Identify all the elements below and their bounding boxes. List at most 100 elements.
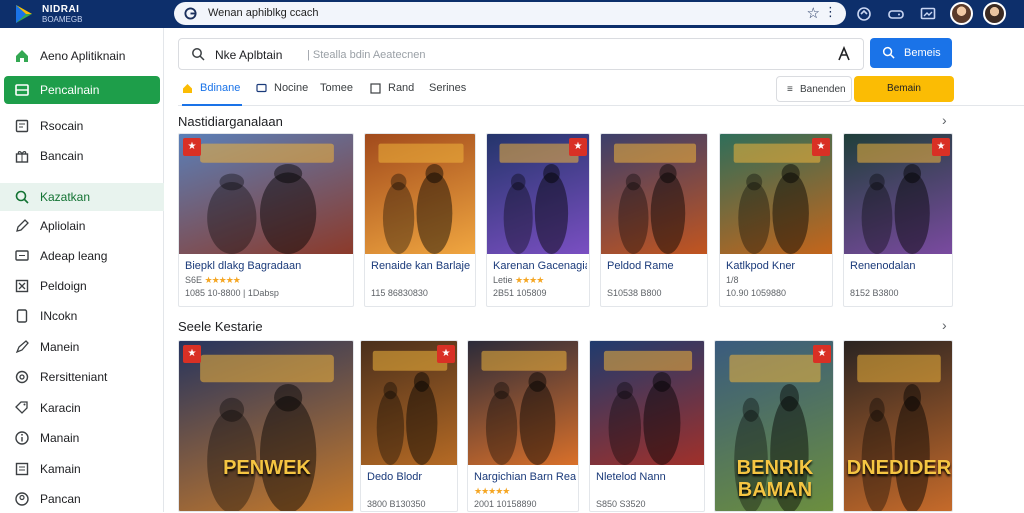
card-title[interactable]: Nargichian Barn Real bbox=[474, 471, 576, 483]
star-rating-icon: ★★★★★ bbox=[474, 486, 510, 496]
sidebar-item-apps[interactable]: Pencalnain bbox=[4, 76, 160, 104]
character-silhouette-icon bbox=[200, 143, 334, 254]
filter-button[interactable]: ≡ Banenden bbox=[776, 76, 852, 102]
info-icon bbox=[15, 431, 29, 445]
search-input[interactable]: Nke Aplbtain | Stealla bdin Aeatecnen bbox=[178, 38, 864, 70]
card-download-count: 1085 10-8800 | 1Dabsp bbox=[185, 288, 279, 298]
sidebar-item-tags[interactable]: Karacin bbox=[0, 394, 164, 422]
home-icon bbox=[183, 84, 192, 93]
sidebar-item-manein[interactable]: Manein bbox=[0, 333, 164, 361]
extension-icon[interactable] bbox=[856, 6, 872, 22]
sidebar-item-home[interactable]: Aeno Aplitiknain bbox=[0, 42, 164, 70]
card-title[interactable]: Nletelod Nann bbox=[596, 471, 702, 483]
game-card[interactable]: ★ PENWEK bbox=[178, 340, 354, 512]
featured-badge-icon: ★ bbox=[812, 138, 830, 156]
card-download-count: 10.90 1059880 bbox=[726, 288, 787, 298]
character-silhouette-icon bbox=[481, 350, 567, 465]
tab-rand[interactable]: Rand bbox=[370, 82, 420, 106]
game-card[interactable]: ★ Katlkpod Kner 1/8 10.90 1059880 bbox=[719, 133, 833, 307]
rating-text: Letie bbox=[493, 275, 516, 285]
poster-title: BENRIK BAMAN bbox=[736, 457, 814, 501]
game-card[interactable]: ★ Biepkl dlakg Bagradaan S6E ★★★★★ 1085 10-… bbox=[178, 133, 354, 307]
screen-cast-icon[interactable] bbox=[920, 6, 936, 22]
sidebar-item-pelodign[interactable]: Peldoign bbox=[0, 272, 164, 300]
featured-badge-icon: ★ bbox=[183, 345, 201, 363]
game-card[interactable]: ★ Karenan Gacenagian Letie ★★★★ 2B51 105809 bbox=[486, 133, 590, 307]
profile-avatar[interactable] bbox=[983, 2, 1006, 25]
avatar[interactable] bbox=[950, 2, 973, 25]
card-rating: Letie ★★★★ bbox=[493, 275, 544, 286]
game-card[interactable]: Renaide kan Barlaje 115 86830830 bbox=[364, 133, 476, 307]
sidebar-item-settings[interactable]: Rersitteniant bbox=[0, 363, 164, 391]
character-silhouette-icon bbox=[857, 354, 941, 511]
character-silhouette-icon bbox=[613, 143, 697, 254]
logo-title: NIDRAI bbox=[42, 4, 80, 15]
tab-nocine[interactable]: Nocine bbox=[256, 82, 316, 106]
card-download-count: S850 S3520 bbox=[596, 499, 646, 509]
more-vert-icon[interactable]: ⋮ bbox=[824, 4, 837, 20]
game-card[interactable]: Nargichian Barn Real ★★★★★ 2001 10158890 bbox=[467, 340, 579, 512]
chevron-right-icon[interactable]: › bbox=[942, 317, 947, 333]
install-button[interactable]: Bemain bbox=[854, 76, 954, 102]
sidebar-item-profile[interactable]: Pancan bbox=[0, 485, 164, 513]
browser-top-bar: NIDRAI BOAMEGB Wenan aphiblkg ccach ☆ ⋮ bbox=[0, 0, 1024, 28]
search-value: Nke Aplbtain bbox=[215, 48, 283, 62]
featured-badge-icon: ★ bbox=[813, 345, 831, 363]
address-url: Wenan aphiblkg ccach bbox=[208, 7, 319, 19]
featured-badge-icon: ★ bbox=[437, 345, 455, 363]
user-icon bbox=[15, 492, 29, 506]
sidebar-item-gifts[interactable]: Bancain bbox=[0, 142, 164, 170]
character-silhouette-icon bbox=[378, 143, 464, 254]
sidebar-item-incokn[interactable]: INcokn bbox=[0, 302, 164, 330]
rating-text: S6E bbox=[185, 275, 205, 285]
sidebar-item-adapt[interactable]: Adeap leang bbox=[0, 242, 164, 270]
tab-home[interactable]: Bdinane bbox=[182, 82, 242, 106]
sidebar-item-reports[interactable]: Rsocain bbox=[0, 112, 164, 140]
sidebar-item-lists[interactable]: Kamain bbox=[0, 455, 164, 483]
star-rating-icon: ★★★★★ bbox=[204, 275, 241, 285]
game-card[interactable]: Nletelod Nann S850 S3520 bbox=[589, 340, 705, 512]
gamepad-icon[interactable] bbox=[888, 6, 904, 22]
game-card[interactable]: ★ Renenodalan 8152 B3800 bbox=[843, 133, 953, 307]
google-icon bbox=[184, 7, 197, 20]
card-title[interactable]: Renenodalan bbox=[850, 260, 950, 272]
card-title[interactable]: Biepkl dlakg Bagradaan bbox=[185, 260, 351, 272]
game-card[interactable]: DNEDIDER bbox=[843, 340, 953, 512]
search-placeholder: | Stealla bdin Aeatecnen bbox=[307, 49, 426, 61]
search-icon bbox=[15, 190, 29, 204]
card-rating: S6E ★★★★★ bbox=[185, 275, 241, 286]
sidebar-item-applications[interactable]: Apliolain bbox=[0, 212, 164, 240]
sidebar: Aeno Aplitiknain Pencalnain Rsocain Banc… bbox=[0, 28, 164, 512]
card-title[interactable]: Katlkpod Kner bbox=[726, 260, 830, 272]
card-download-count: 3800 B130350 bbox=[367, 499, 426, 509]
card-title[interactable]: Renaide kan Barlaje bbox=[371, 260, 473, 272]
poster-title: DNEDIDER bbox=[846, 457, 952, 479]
featured-badge-icon: ★ bbox=[569, 138, 587, 156]
game-card[interactable]: Peldod Rame S10538 B800 bbox=[600, 133, 708, 307]
character-silhouette-icon bbox=[603, 350, 693, 465]
tab-serines[interactable]: Serines bbox=[429, 82, 479, 106]
chevron-right-icon[interactable]: › bbox=[942, 112, 947, 128]
card-title[interactable]: Dedo Blodr bbox=[367, 471, 455, 483]
search-button[interactable]: Bemeis bbox=[870, 38, 952, 68]
sidebar-item-search[interactable]: Kazatkan bbox=[0, 183, 164, 211]
tab-tomee[interactable]: Tomee bbox=[320, 82, 360, 106]
home-icon bbox=[16, 50, 28, 62]
game-card[interactable]: ★ BENRIK BAMAN bbox=[714, 340, 834, 512]
card-rating: ★★★★★ bbox=[474, 486, 510, 497]
apps-grid-icon bbox=[15, 84, 29, 96]
search-icon bbox=[882, 46, 895, 59]
app-logo[interactable]: NIDRAI BOAMEGB bbox=[14, 3, 164, 25]
card-title[interactable]: Peldod Rame bbox=[607, 260, 705, 272]
card-rating: 1/8 bbox=[726, 275, 739, 285]
tag-icon bbox=[15, 401, 28, 414]
close-box-icon bbox=[15, 279, 29, 293]
game-card[interactable]: ★ Dedo Blodr 3800 B130350 bbox=[360, 340, 458, 512]
card-download-count: S10538 B800 bbox=[607, 288, 662, 298]
voice-search-icon[interactable] bbox=[837, 46, 851, 62]
section-title: Nastidiarganalaan bbox=[178, 114, 283, 129]
bookmark-star-icon[interactable]: ☆ bbox=[807, 4, 820, 22]
address-bar[interactable]: Wenan aphiblkg ccach ☆ ⋮ bbox=[174, 2, 846, 25]
card-title[interactable]: Karenan Gacenagian bbox=[493, 260, 587, 272]
sidebar-item-info[interactable]: Manain bbox=[0, 424, 164, 452]
